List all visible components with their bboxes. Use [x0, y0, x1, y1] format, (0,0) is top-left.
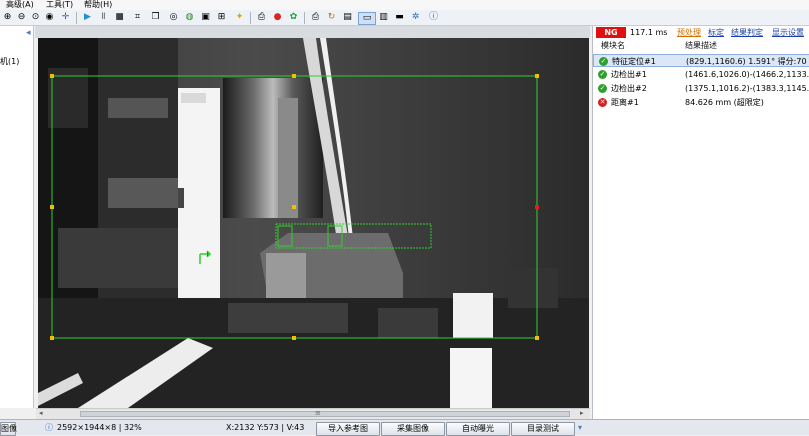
window-icon[interactable]: ▥ [378, 12, 389, 23]
toolbar-separator [304, 12, 305, 24]
table-row[interactable]: ✓ 边检出#1 (1461.6,1026.0)-(1466.2,1133.4) [593, 68, 809, 81]
status-bar: 图像 ⓘ 2592×1944×8 | 32% X:2132 Y:573 | V:… [0, 419, 809, 436]
column-result-desc: 结果描述 [685, 41, 717, 50]
capture-image-button[interactable]: 采集图像 [381, 422, 445, 436]
eraser-icon[interactable]: ▬ [394, 12, 405, 23]
scroll-right-icon[interactable]: ▸ [580, 409, 584, 417]
horizontal-scrollbar[interactable]: ◂ ≡ ▸ [36, 408, 590, 419]
inspection-image [38, 38, 589, 408]
image-viewport[interactable] [38, 38, 589, 408]
zoom-out-icon[interactable]: ⊖ [16, 12, 27, 23]
refresh-icon[interactable]: ↻ [326, 12, 337, 23]
link-preprocess[interactable]: 预处理 [677, 28, 701, 38]
camera-icon[interactable]: ◎ [168, 12, 179, 23]
menu-help[interactable]: 帮助(H) [84, 0, 112, 10]
stop-icon[interactable]: ■ [114, 12, 125, 23]
marker-icon[interactable]: ● [272, 12, 283, 23]
image-info: 2592×1944×8 | 32% [57, 423, 142, 432]
zoom-in-icon[interactable]: ⊕ [2, 12, 13, 23]
toolbar-separator [250, 12, 251, 24]
table-row[interactable]: ✓ 边检出#2 (1375.1,1016.2)-(1383.3,1145.8) [593, 82, 809, 95]
menu-bar: 高级(A) 工具(T) 帮助(H) [0, 0, 809, 10]
directory-test-button[interactable]: 目录测试 [511, 422, 575, 436]
module-name: 特征定位#1 [612, 57, 656, 66]
link-display-settings[interactable]: 显示设置 [772, 28, 804, 38]
result-panel: NG 117.1 ms 预处理 标定 结果判定 显示设置 模块名 结果描述 ✓ … [592, 26, 809, 419]
scroll-left-icon[interactable]: ◂ [39, 409, 43, 417]
grid-icon[interactable]: ⊞ [216, 12, 227, 23]
result-header: NG 117.1 ms 预处理 标定 结果判定 显示设置 [593, 26, 809, 39]
image-icon[interactable]: ▤ [342, 12, 353, 23]
crosshair-icon[interactable]: ✛ [60, 12, 71, 23]
image-view-header [35, 26, 590, 38]
expand-down-icon[interactable]: ▾ [578, 423, 582, 433]
save-image-icon[interactable]: ▣ [200, 12, 211, 23]
collapse-arrow-icon[interactable]: ◂ [26, 28, 31, 38]
info-icon[interactable]: ⓘ [428, 12, 439, 23]
result-desc: (1375.1,1016.2)-(1383.3,1145.8) [685, 84, 809, 93]
module-name: 边检出#2 [611, 84, 647, 93]
table-row[interactable]: ✓ 特征定位#1 (829.1,1160.6) 1.591° 得分:70 [593, 54, 809, 67]
verdict-badge: NG [596, 27, 626, 38]
menu-advanced[interactable]: 高级(A) [6, 0, 34, 10]
cycle-time: 117.1 ms [630, 28, 668, 37]
ok-check-icon: ✓ [598, 70, 607, 79]
cursor-readout: X:2132 Y:573 | V:43 [226, 423, 305, 432]
toolbar: ⊕ ⊖ ⊙ ◉ ✛ ▶ Ⅱ ■ ⌗ ❐ ◎ ◍ ▣ ⊞ ✦ ⎙ ● ✿ ⎙ ↻ … [0, 10, 809, 26]
module-name: 边检出#1 [611, 70, 647, 79]
layout-icon[interactable]: ▭ [358, 12, 376, 25]
settings-icon[interactable]: ✲ [410, 12, 421, 23]
info-icon: ⓘ [45, 423, 53, 432]
scroll-grip-icon: ≡ [315, 409, 321, 417]
zoom-fit-icon[interactable]: ⊙ [30, 12, 41, 23]
module-name: 距离#1 [611, 98, 639, 107]
link-judgement[interactable]: 结果判定 [731, 28, 763, 38]
import-reference-button[interactable]: 导入参考图 [316, 422, 380, 436]
result-desc: (829.1,1160.6) 1.591° 得分:70 [686, 57, 807, 66]
printer-icon[interactable]: ⎙ [256, 12, 267, 23]
fail-cross-icon: ✕ [598, 98, 607, 107]
table-row[interactable]: ✕ 距离#1 84.626 mm (超限定) [593, 96, 809, 109]
image-button[interactable]: 图像 [0, 422, 17, 436]
ok-check-icon: ✓ [598, 84, 607, 93]
column-module-name: 模块名 [601, 41, 625, 50]
toolbar-separator [76, 12, 77, 24]
eye-icon[interactable]: ◉ [44, 12, 55, 23]
camera-list-item[interactable]: 机(1) [0, 56, 19, 67]
menu-tools[interactable]: 工具(T) [46, 0, 73, 10]
copy-icon[interactable]: ❐ [150, 12, 161, 23]
play-icon[interactable]: ▶ [82, 12, 93, 23]
scroll-thumb[interactable] [80, 411, 570, 417]
auto-exposure-button[interactable]: 自动曝光 [446, 422, 510, 436]
magic-wand-icon[interactable]: ✦ [234, 12, 245, 23]
crop-icon[interactable]: ⌗ [132, 12, 143, 23]
pause-icon[interactable]: Ⅱ [98, 12, 109, 23]
palette-icon[interactable]: ◍ [184, 12, 195, 23]
link-calibration[interactable]: 标定 [708, 28, 724, 38]
left-panel: ◂ 机(1) [0, 26, 34, 408]
gear-green-icon[interactable]: ✿ [288, 12, 299, 23]
printer2-icon[interactable]: ⎙ [310, 12, 321, 23]
ok-check-icon: ✓ [599, 57, 608, 66]
result-desc: 84.626 mm (超限定) [685, 98, 764, 107]
result-desc: (1461.6,1026.0)-(1466.2,1133.4) [685, 70, 809, 79]
